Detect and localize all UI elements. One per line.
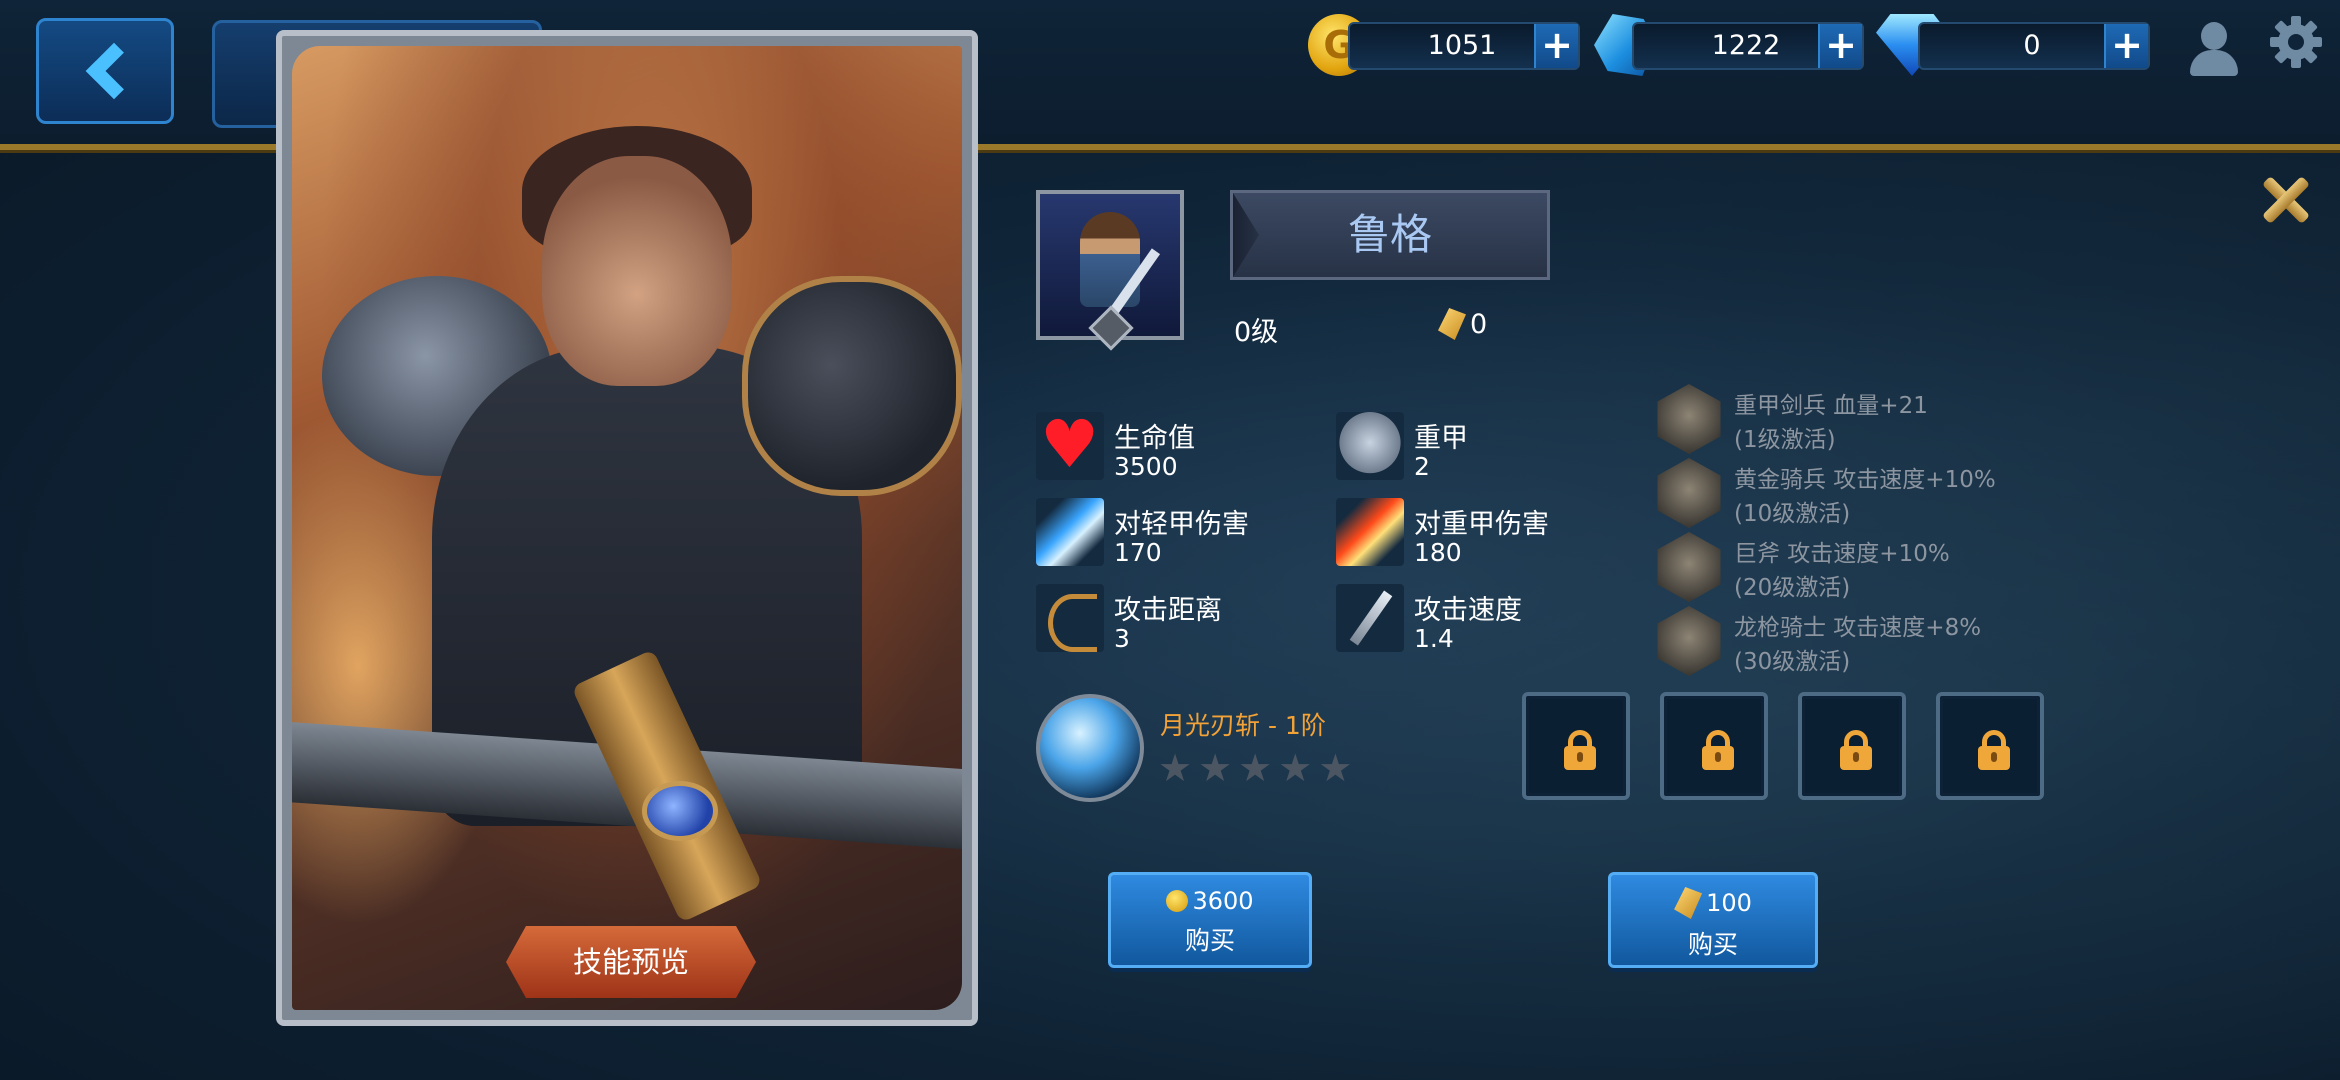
- stat-hp: 生命值 3500: [1036, 406, 1336, 484]
- shard-count: 0: [1438, 308, 1487, 340]
- stat-value: 1.4: [1414, 624, 1454, 653]
- shard-icon: [1674, 887, 1703, 919]
- diamond-value: 0: [2023, 30, 2041, 61]
- stat-value: 180: [1414, 538, 1462, 567]
- gold-price: 3600: [1111, 887, 1309, 915]
- gold-value: 1051: [1427, 30, 1497, 61]
- crystal-value: 1222: [1711, 30, 1781, 61]
- bonus-text: 巨斧 攻击速度+10%: [1734, 541, 1950, 567]
- armor-icon: [1336, 412, 1404, 480]
- chevron-left-icon: [85, 42, 143, 100]
- stat-attack-range: 攻击距离 3: [1036, 584, 1336, 656]
- star-icon: ★: [1318, 746, 1353, 790]
- gold-price-value: 3600: [1192, 887, 1254, 915]
- buy-with-shards-button[interactable]: 100 购买: [1608, 872, 1818, 968]
- stat-value: 3: [1114, 624, 1130, 653]
- crystal-counter: 1222 +: [1632, 22, 1864, 70]
- buy-label: 购买: [1184, 926, 1235, 955]
- bonus-item: 黄金骑兵 攻击速度+10% (10级激活): [1654, 458, 2054, 528]
- shard-value: 0: [1470, 308, 1488, 340]
- locked-skill-slot[interactable]: [1660, 692, 1768, 800]
- unit-portrait-icon: [1657, 384, 1721, 454]
- stat-label: 对轻甲伤害: [1114, 509, 1249, 540]
- bonus-condition: (30级激活): [1734, 649, 1851, 675]
- bonus-condition: (20级激活): [1734, 575, 1851, 601]
- shard-price: 100: [1611, 887, 1815, 919]
- star-icon: ★: [1278, 746, 1313, 790]
- hero-card: 技能预览: [276, 30, 978, 1026]
- skill-icon[interactable]: [1036, 694, 1144, 802]
- bonus-condition: (10级激活): [1734, 501, 1851, 527]
- add-gold-button[interactable]: +: [1534, 24, 1578, 68]
- lock-icon: [1564, 730, 1596, 770]
- stat-value: 3500: [1114, 452, 1178, 481]
- stat-attack-speed: 攻击速度 1.4: [1336, 584, 1636, 656]
- star-icon: ★: [1158, 746, 1193, 790]
- add-diamond-button[interactable]: +: [2104, 24, 2148, 68]
- gold-coin-icon: [1166, 890, 1189, 912]
- heart-icon: [1036, 406, 1104, 483]
- stat-label: 对重甲伤害: [1414, 509, 1549, 540]
- star-icon: ★: [1238, 746, 1273, 790]
- back-button[interactable]: [36, 18, 174, 124]
- unit-portrait-icon: [1657, 606, 1721, 676]
- add-crystal-button[interactable]: +: [1818, 24, 1862, 68]
- skill-stars: ★ ★ ★ ★ ★: [1158, 748, 1352, 788]
- hero-level: 0级: [1234, 317, 1279, 348]
- rank-laurel-icon: [1040, 305, 1182, 351]
- skill-name: 月光刃斩 - 1阶: [1160, 711, 1326, 740]
- dagger-icon: [1336, 584, 1404, 652]
- bonus-text: 龙枪骑士 攻击速度+8%: [1734, 615, 1982, 641]
- bow-icon: [1036, 584, 1104, 652]
- buy-with-gold-button[interactable]: 3600 购买: [1108, 872, 1312, 968]
- locked-skill-slot[interactable]: [1522, 692, 1630, 800]
- stat-label: 攻击距离: [1114, 595, 1222, 626]
- gold-counter: 1051 +: [1348, 22, 1580, 70]
- stat-value: 2: [1414, 452, 1430, 481]
- stat-armor: 重甲 2: [1336, 412, 1636, 484]
- bonus-item: 巨斧 攻击速度+10% (20级激活): [1654, 532, 2054, 602]
- stat-label: 生命值: [1114, 423, 1195, 454]
- bonus-text: 重甲剑兵 血量+21: [1734, 393, 1928, 419]
- bonus-text: 黄金骑兵 攻击速度+10%: [1734, 467, 1996, 493]
- star-icon: ★: [1198, 746, 1233, 790]
- close-icon[interactable]: [2258, 172, 2314, 228]
- unit-portrait-icon: [1657, 458, 1721, 528]
- stat-label: 重甲: [1414, 423, 1468, 454]
- bonus-item: 龙枪骑士 攻击速度+8% (30级激活): [1654, 606, 2054, 676]
- stat-heavy-damage: 对重甲伤害 180: [1336, 498, 1636, 570]
- locked-skill-slot[interactable]: [1936, 692, 2044, 800]
- skill-preview-button[interactable]: 技能预览: [506, 926, 756, 998]
- lock-icon: [1702, 730, 1734, 770]
- unit-portrait-icon: [1657, 532, 1721, 602]
- bonus-condition: (1级激活): [1734, 427, 1836, 453]
- hero-name: 鲁格: [1230, 190, 1550, 280]
- lock-icon: [1840, 730, 1872, 770]
- gear-icon[interactable]: [2268, 14, 2324, 70]
- bonus-item: 重甲剑兵 血量+21 (1级激活): [1654, 384, 2054, 454]
- diamond-counter: 0 +: [1918, 22, 2150, 70]
- shard-price-value: 100: [1706, 889, 1752, 917]
- locked-skill-slot[interactable]: [1798, 692, 1906, 800]
- shard-icon: [1438, 308, 1466, 340]
- light-damage-icon: [1036, 498, 1104, 566]
- heavy-damage-icon: [1336, 498, 1404, 566]
- stat-light-damage: 对轻甲伤害 170: [1036, 498, 1336, 570]
- stat-value: 170: [1114, 538, 1162, 567]
- profile-icon[interactable]: [2186, 20, 2242, 76]
- stat-label: 攻击速度: [1414, 595, 1522, 626]
- buy-label: 购买: [1687, 930, 1738, 959]
- hero-artwork: 技能预览: [292, 46, 962, 1010]
- lock-icon: [1978, 730, 2010, 770]
